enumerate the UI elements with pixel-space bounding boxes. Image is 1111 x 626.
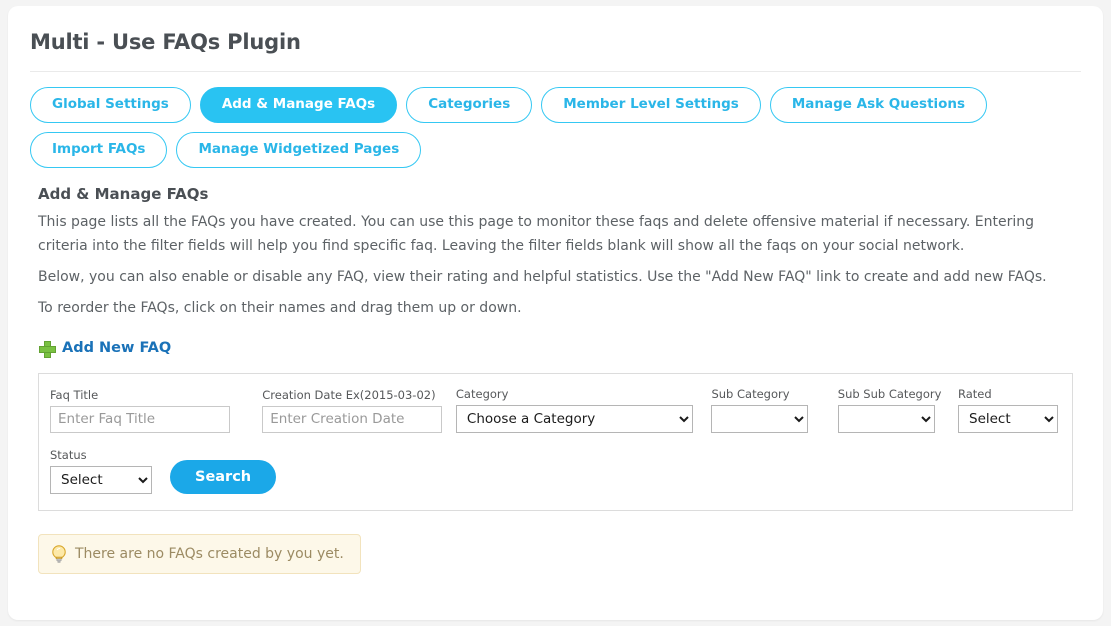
filter-panel: Faq Title Creation Date Ex(2015-03-02) C… bbox=[38, 372, 1073, 511]
description-paragraph-3: To reorder the FAQs, click on their name… bbox=[38, 300, 522, 316]
label-category: Category bbox=[455, 386, 509, 401]
description-paragraph-2: Below, you can also enable or disable an… bbox=[38, 269, 1047, 285]
filter-row-secondary: Status Select Search bbox=[50, 448, 1058, 494]
category-select[interactable]: Choose a Category bbox=[455, 404, 693, 433]
sub-sub-category-select[interactable] bbox=[837, 404, 935, 433]
page-title: Multi - Use FAQs Plugin bbox=[30, 30, 301, 54]
sub-category-select[interactable] bbox=[711, 404, 809, 433]
add-new-faq-link[interactable]: Add New FAQ bbox=[39, 340, 172, 358]
section-heading: Add & Manage FAQs bbox=[38, 185, 209, 203]
empty-state-notice: There are no FAQs created by you yet. bbox=[38, 533, 361, 574]
label-sub-category: Sub Category bbox=[711, 386, 790, 401]
tab-global-settings[interactable]: Global Settings bbox=[30, 87, 191, 123]
add-new-faq-label: Add New FAQ bbox=[62, 340, 172, 356]
page-card: Multi - Use FAQs Plugin Global Settings … bbox=[8, 6, 1103, 620]
tab-member-level-settings[interactable]: Member Level Settings bbox=[541, 87, 761, 123]
tab-manage-widgetized-pages[interactable]: Manage Widgetized Pages bbox=[176, 132, 422, 168]
section-description: This page lists all the FAQs you have cr… bbox=[8, 203, 1103, 320]
plus-icon bbox=[39, 340, 56, 358]
field-category: Category Choose a Category bbox=[455, 386, 693, 433]
filter-row-primary: Faq Title Creation Date Ex(2015-03-02) C… bbox=[50, 387, 1058, 433]
empty-state-text: There are no FAQs created by you yet. bbox=[75, 545, 344, 562]
field-sub-sub-category: Sub Sub Category bbox=[837, 386, 942, 433]
field-faq-title: Faq Title bbox=[50, 388, 230, 433]
label-faq-title: Faq Title bbox=[50, 387, 99, 402]
rated-select[interactable]: Select bbox=[958, 404, 1058, 433]
lightbulb-icon bbox=[52, 544, 66, 563]
description-paragraph-1: This page lists all the FAQs you have cr… bbox=[38, 214, 1034, 254]
tab-add-manage-faqs[interactable]: Add & Manage FAQs bbox=[199, 87, 398, 123]
tab-categories[interactable]: Categories bbox=[406, 87, 533, 123]
field-rated: Rated Select bbox=[958, 387, 1058, 433]
field-sub-category: Sub Category bbox=[711, 386, 809, 433]
faq-title-input[interactable] bbox=[50, 405, 230, 433]
label-creation-date: Creation Date Ex(2015-03-02) bbox=[262, 387, 436, 402]
tab-import-faqs[interactable]: Import FAQs bbox=[30, 132, 168, 168]
tab-manage-ask-questions[interactable]: Manage Ask Questions bbox=[769, 87, 988, 123]
search-button[interactable]: Search bbox=[170, 459, 277, 494]
field-status: Status Select bbox=[50, 448, 152, 494]
status-select[interactable]: Select bbox=[50, 465, 152, 494]
tab-bar: Global Settings Add & Manage FAQs Catego… bbox=[8, 72, 1070, 168]
field-creation-date: Creation Date Ex(2015-03-02) bbox=[262, 387, 443, 433]
label-sub-sub-category: Sub Sub Category bbox=[837, 386, 942, 401]
label-rated: Rated bbox=[958, 386, 992, 401]
creation-date-input[interactable] bbox=[262, 405, 443, 433]
label-status: Status bbox=[50, 447, 87, 462]
